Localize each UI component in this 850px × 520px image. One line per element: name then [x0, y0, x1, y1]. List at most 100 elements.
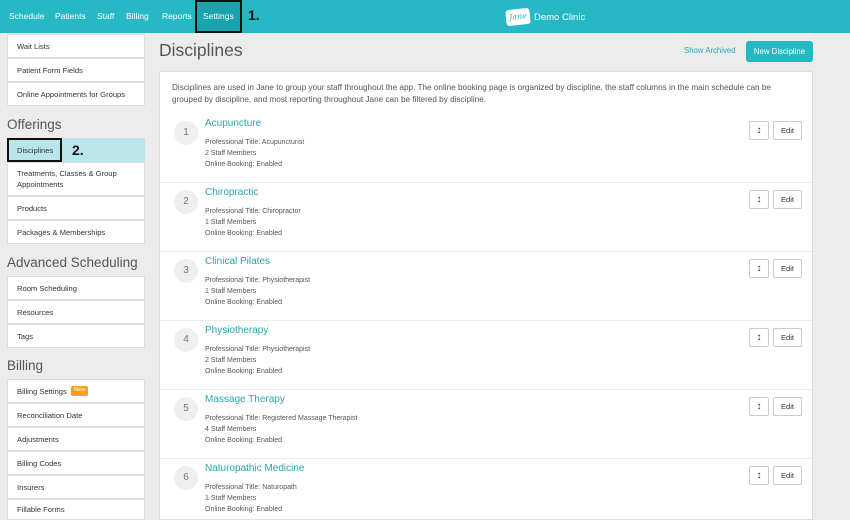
nav-staff[interactable]: Staff [97, 0, 114, 33]
discipline-name-link[interactable]: Massage Therapy [205, 394, 285, 405]
nav-reports[interactable]: Reports [162, 0, 192, 33]
sidebar-item-label: Reconciliation Date [17, 410, 83, 420]
page-title: Disciplines [159, 40, 243, 60]
sidebar-item-patient-form-fields[interactable]: Patient Form Fields [7, 58, 145, 82]
edit-button[interactable]: Edit [773, 190, 802, 209]
discipline-name-link[interactable]: Clinical Pilates [205, 256, 270, 267]
discipline-online-booking: Online Booking: Enabled [205, 437, 283, 444]
sidebar-item-products[interactable]: Products [7, 196, 145, 220]
clinic-brand[interactable]: Jane Demo Clinic [505, 7, 586, 27]
sidebar-item-billing-settings[interactable]: Billing Settings New [7, 379, 145, 403]
edit-button[interactable]: Edit [773, 328, 802, 347]
sidebar-item-insurers[interactable]: Insurers [7, 475, 145, 499]
discipline-staff-count: 2 Staff Members [205, 150, 257, 157]
discipline-professional-title: Professional Title: Physiotherapist [205, 346, 311, 353]
sidebar-item-label: Treatments, Classes & Group Appointments [17, 169, 117, 189]
discipline-number: 6 [174, 466, 198, 490]
edit-button[interactable]: Edit [773, 121, 802, 140]
sidebar-item-label: Billing Settings [17, 386, 67, 396]
reorder-handle-icon[interactable]: ↕ [749, 259, 769, 278]
discipline-professional-title: Professional Title: Acupuncturist [205, 139, 305, 146]
clinic-name: Demo Clinic [534, 11, 586, 23]
sidebar-item-packages-memberships[interactable]: Packages & Memberships [7, 220, 145, 244]
discipline-online-booking: Online Booking: Enabled [205, 506, 283, 513]
discipline-name-link[interactable]: Naturopathic Medicine [205, 463, 305, 474]
sidebar-item-label: Insurers [17, 482, 45, 492]
discipline-staff-count: 4 Staff Members [205, 426, 257, 433]
discipline-staff-count: 1 Staff Members [205, 495, 257, 502]
sidebar-item-online-appointments-groups[interactable]: Online Appointments for Groups [7, 82, 145, 106]
discipline-row: 6 Naturopathic Medicine Professional Tit… [160, 459, 812, 520]
disciplines-panel: Disciplines are used in Jane to group yo… [159, 71, 813, 520]
discipline-number: 1 [174, 121, 198, 145]
disciplines-highlight-box [7, 138, 62, 162]
advanced-scheduling-heading: Advanced Scheduling [7, 255, 138, 270]
new-badge: New [70, 386, 88, 396]
step-2-annotation: 2. [72, 142, 84, 158]
discipline-staff-count: 2 Staff Members [205, 357, 257, 364]
discipline-name-link[interactable]: Acupuncture [205, 118, 261, 129]
discipline-row: 2 Chiropractic Professional Title: Chiro… [160, 183, 812, 252]
sidebar-item-label: Resources [17, 307, 54, 317]
reorder-handle-icon[interactable]: ↕ [749, 190, 769, 209]
discipline-name-link[interactable]: Physiotherapy [205, 325, 268, 336]
reorder-handle-icon[interactable]: ↕ [749, 466, 769, 485]
show-archived-link[interactable]: Show Archived [684, 46, 736, 55]
discipline-staff-count: 1 Staff Members [205, 288, 257, 295]
discipline-professional-title: Professional Title: Physiotherapist [205, 277, 311, 284]
discipline-number: 4 [174, 328, 198, 352]
sidebar-item-label: Fillable Forms [17, 505, 65, 514]
discipline-row: 4 Physiotherapy Professional Title: Phys… [160, 321, 812, 390]
discipline-name-link[interactable]: Chiropractic [205, 187, 258, 198]
sidebar-item-label: Wait Lists [17, 41, 50, 51]
sidebar-item-label: Products [17, 203, 47, 213]
reorder-handle-icon[interactable]: ↕ [749, 397, 769, 416]
discipline-staff-count: 1 Staff Members [205, 219, 257, 226]
discipline-online-booking: Online Booking: Enabled [205, 368, 283, 375]
discipline-online-booking: Online Booking: Enabled [205, 161, 283, 168]
offerings-heading: Offerings [7, 117, 62, 132]
new-discipline-button[interactable]: New Discipline [746, 41, 813, 62]
sidebar-item-reconciliation-date[interactable]: Reconciliation Date [7, 403, 145, 427]
sidebar-item-fillable-forms[interactable]: Fillable Forms [7, 499, 145, 520]
discipline-row: 3 Clinical Pilates Professional Title: P… [160, 252, 812, 321]
settings-sidebar: Wait Lists Patient Form Fields Online Ap… [0, 33, 150, 520]
sidebar-item-label: Online Appointments for Groups [17, 89, 126, 99]
sidebar-item-label: Room Scheduling [17, 283, 77, 293]
discipline-number: 5 [174, 397, 198, 421]
sidebar-item-label: Adjustments [17, 434, 59, 444]
sidebar-item-room-scheduling[interactable]: Room Scheduling [7, 276, 145, 300]
billing-heading: Billing [7, 358, 44, 373]
sidebar-item-label: Tags [17, 331, 34, 341]
sidebar-item-adjustments[interactable]: Adjustments [7, 427, 145, 451]
discipline-professional-title: Professional Title: Naturopath [205, 484, 297, 491]
discipline-online-booking: Online Booking: Enabled [205, 230, 283, 237]
edit-button[interactable]: Edit [773, 259, 802, 278]
nav-settings[interactable]: Settings [195, 0, 242, 33]
sidebar-item-billing-codes[interactable]: Billing Codes [7, 451, 145, 475]
sidebar-item-label: Packages & Memberships [17, 227, 106, 237]
nav-patients[interactable]: Patients [55, 0, 86, 33]
discipline-professional-title: Professional Title: Registered Massage T… [205, 415, 358, 422]
sidebar-item-label: Patient Form Fields [17, 65, 83, 75]
reorder-handle-icon[interactable]: ↕ [749, 121, 769, 140]
nav-schedule[interactable]: Schedule [9, 0, 44, 33]
discipline-row: 1 Acupuncture Professional Title: Acupun… [160, 114, 812, 183]
intro-text: Disciplines are used in Jane to group yo… [172, 83, 771, 105]
sidebar-item-resources[interactable]: Resources [7, 300, 145, 324]
discipline-number: 2 [174, 190, 198, 214]
sidebar-item-treatments[interactable]: Treatments, Classes & Group Appointments [7, 162, 145, 196]
edit-button[interactable]: Edit [773, 466, 802, 485]
sidebar-item-label: Billing Codes [17, 458, 62, 468]
step-1-annotation: 1. [248, 7, 260, 23]
nav-billing[interactable]: Billing [126, 0, 149, 33]
jane-logo-icon: Jane [505, 7, 531, 27]
reorder-handle-icon[interactable]: ↕ [749, 328, 769, 347]
discipline-professional-title: Professional Title: Chiropractor [205, 208, 301, 215]
sidebar-item-wait-lists[interactable]: Wait Lists [7, 34, 145, 58]
edit-button[interactable]: Edit [773, 397, 802, 416]
top-nav-bar: Schedule Patients Staff Billing Reports … [0, 0, 850, 33]
discipline-number: 3 [174, 259, 198, 283]
discipline-online-booking: Online Booking: Enabled [205, 299, 283, 306]
sidebar-item-tags[interactable]: Tags [7, 324, 145, 348]
